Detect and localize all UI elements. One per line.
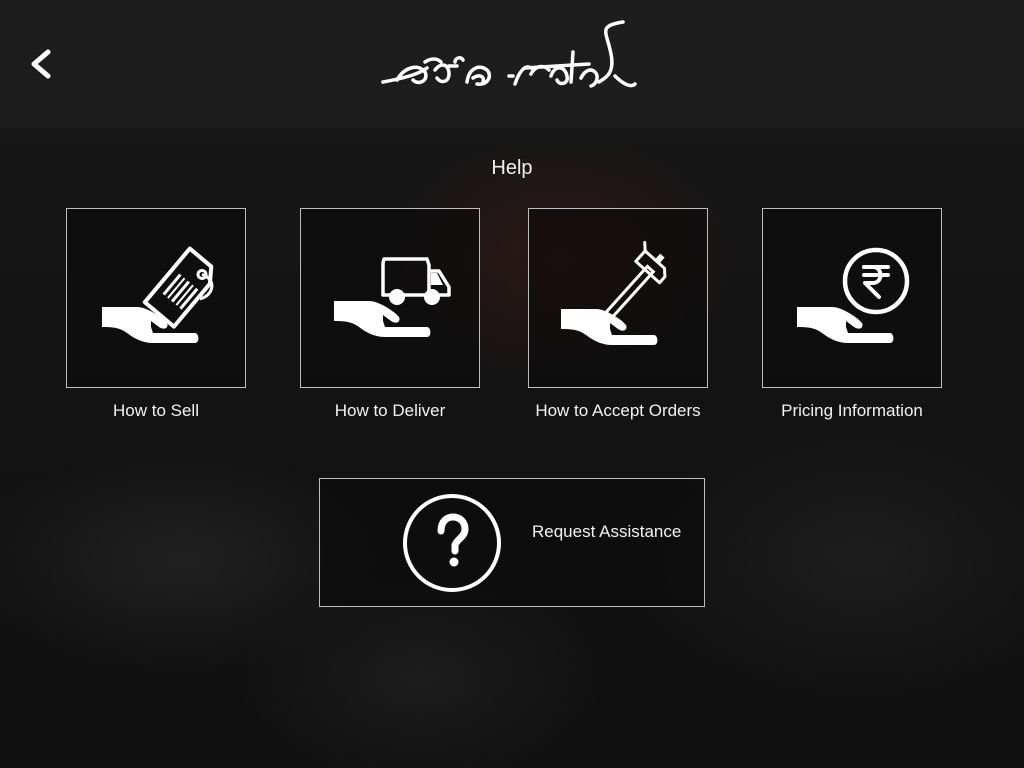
pricing-information-label: Pricing Information <box>781 401 923 420</box>
header-bar <box>0 0 1024 128</box>
question-mark-circle-icon <box>403 494 501 592</box>
request-assistance-button[interactable]: Request Assistance <box>319 478 705 607</box>
hand-delivery-truck-icon <box>334 257 451 337</box>
back-button[interactable] <box>24 44 60 84</box>
how-to-deliver-label: How to Deliver <box>334 401 446 420</box>
chevron-left-icon <box>31 49 51 79</box>
page-title: Help <box>491 157 533 179</box>
how-to-accept-orders-tile[interactable] <box>528 208 708 388</box>
how-to-deliver-tile[interactable] <box>300 208 480 388</box>
app-logo <box>381 20 637 88</box>
request-assistance-label: Request Assistance <box>532 522 682 541</box>
hand-price-tag-icon <box>102 246 214 343</box>
how-to-sell-tile[interactable] <box>66 208 246 388</box>
how-to-accept-orders-label: How to Accept Orders <box>535 401 701 420</box>
pricing-information-tile[interactable] <box>762 208 942 388</box>
hand-rupee-coin-icon <box>797 247 910 343</box>
how-to-sell-label: How to Sell <box>113 401 199 420</box>
hand-hammer-icon <box>561 240 667 345</box>
